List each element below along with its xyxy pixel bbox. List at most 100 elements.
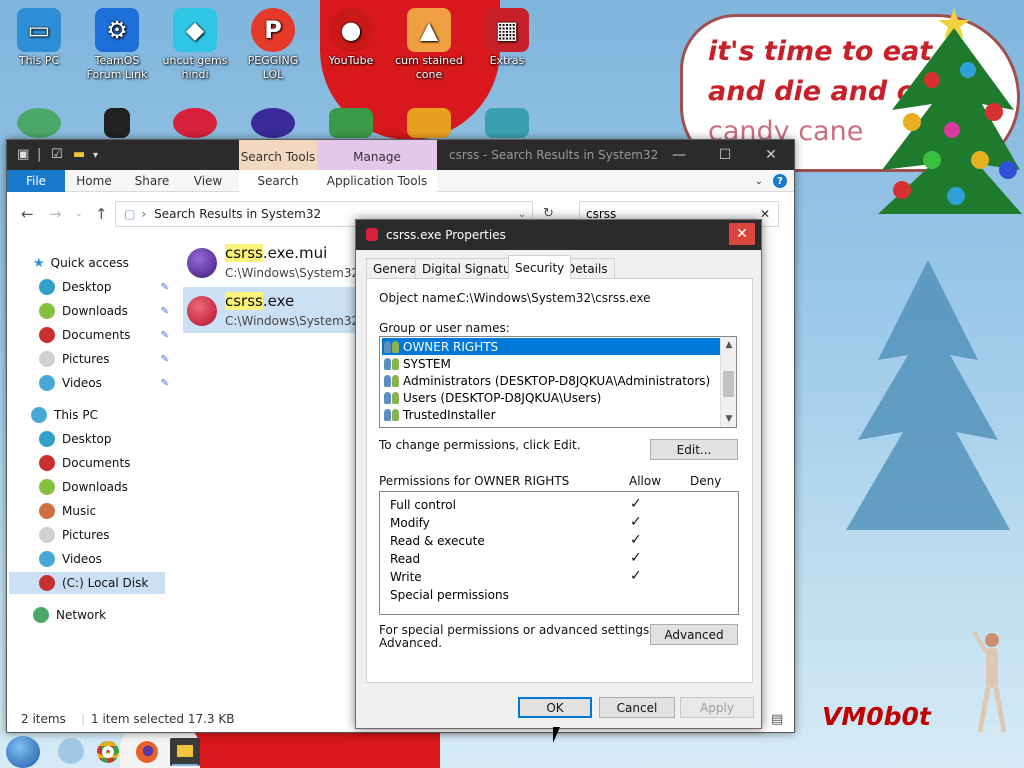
- desktop-icon-youtube[interactable]: ● YouTube: [316, 8, 386, 68]
- edit-button[interactable]: Edit...: [650, 439, 738, 460]
- desktop-icon-teamos[interactable]: ⚙ TeamOS Forum Link: [82, 8, 152, 82]
- list-item[interactable]: TrustedInstaller: [382, 406, 722, 423]
- desktop-icon-hidden-5[interactable]: [316, 108, 386, 140]
- close-icon[interactable]: ✕: [748, 140, 794, 170]
- list-scrollbar[interactable]: ▲ ▼: [720, 337, 736, 427]
- nav-qa-videos[interactable]: Videos ✎: [39, 372, 169, 394]
- nav-pc-videos[interactable]: Videos: [39, 548, 167, 570]
- desktop-icon-hidden-2[interactable]: [82, 108, 152, 140]
- nav-qa-documents[interactable]: Documents ✎: [39, 324, 169, 346]
- desktop-icon-pegging[interactable]: P PEGGING LOL: [238, 8, 308, 82]
- p-icon: P: [251, 8, 295, 52]
- nav-pc-pictures[interactable]: Pictures: [39, 524, 167, 546]
- desktop-icon: [39, 431, 55, 447]
- file-explorer-button[interactable]: [170, 738, 200, 766]
- nav-network[interactable]: Network: [33, 604, 193, 626]
- ok-button[interactable]: OK: [518, 697, 592, 718]
- cancel-button[interactable]: Cancel: [599, 697, 675, 718]
- up-arrow-icon[interactable]: ↑: [95, 205, 108, 223]
- nav-quick-access[interactable]: ★ Quick access: [33, 252, 193, 274]
- permission-row: Special permissions: [380, 586, 736, 604]
- start-orb-icon[interactable]: [6, 736, 40, 768]
- desktop-icon-extras[interactable]: ▦ Extras: [472, 8, 542, 68]
- nav-label: Quick access: [50, 256, 129, 270]
- edge-icon[interactable]: [58, 738, 84, 764]
- permission-row: Write ✓: [380, 568, 736, 586]
- advanced-text-line2: Advanced.: [379, 636, 443, 650]
- close-icon[interactable]: ✕: [729, 223, 755, 245]
- list-item[interactable]: csrss.exe C:\Windows\System32: [183, 287, 373, 333]
- permission-row: Modify ✓: [380, 514, 736, 532]
- pin-icon: ✎: [160, 353, 169, 365]
- tab-application-tools[interactable]: Application Tools: [317, 170, 437, 192]
- forward-arrow-icon[interactable]: →: [49, 205, 62, 223]
- chrome-icon[interactable]: [97, 741, 119, 763]
- properties-dialog: csrss.exe Properties ✕ General Digital S…: [355, 219, 762, 729]
- scroll-up-icon[interactable]: ▲: [721, 337, 736, 353]
- file-name-match: csrss: [225, 244, 263, 262]
- users-icon: [384, 408, 400, 421]
- monitor-icon: ▭: [17, 8, 61, 52]
- maximize-icon[interactable]: ☐: [702, 140, 748, 170]
- properties-icon[interactable]: ▣: [17, 147, 29, 162]
- tab-search[interactable]: Search: [239, 170, 317, 192]
- scroll-thumb[interactable]: [723, 371, 734, 397]
- desktop-icon-cone[interactable]: ▲ cum stained cone: [394, 8, 464, 82]
- ribbon-expand-icon[interactable]: ⌄: [749, 170, 769, 192]
- search-tools-tab[interactable]: Search Tools: [239, 140, 317, 170]
- file-name-match: csrss: [225, 292, 263, 310]
- details-view-icon[interactable]: ▤: [771, 712, 783, 727]
- explorer-title-bar: ▣ | ☑ ▬ ▾ Search Tools Manage csrss - Se…: [7, 140, 794, 170]
- dropdown-icon[interactable]: ▾: [93, 150, 98, 161]
- list-item[interactable]: OWNER RIGHTS: [381, 337, 723, 356]
- tab-file[interactable]: File: [7, 170, 65, 192]
- wallpaper-signature: VM0b0t: [822, 702, 931, 731]
- list-item[interactable]: SYSTEM: [382, 355, 722, 372]
- group-user-list[interactable]: OWNER RIGHTS SYSTEM Administrators (DESK…: [379, 336, 737, 428]
- address-text: Search Results in System32: [154, 207, 322, 221]
- desktop-icon-label: PEGGING LOL: [247, 54, 299, 81]
- new-folder-icon[interactable]: ▬: [73, 147, 85, 162]
- nav-pc-local-disk[interactable]: (C:) Local Disk: [9, 572, 165, 594]
- minimize-icon[interactable]: —: [656, 140, 702, 170]
- desktop-icon-hidden-3[interactable]: [160, 108, 230, 140]
- address-dropdown-icon[interactable]: ⌄: [518, 209, 526, 220]
- videos-icon: [39, 375, 55, 391]
- tab-share[interactable]: Share: [123, 170, 181, 192]
- back-arrow-icon[interactable]: ←: [21, 205, 34, 223]
- apply-button[interactable]: Apply: [680, 697, 754, 718]
- desktop-icon-this-pc[interactable]: ▭ This PC: [4, 8, 74, 68]
- nav-qa-downloads[interactable]: Downloads ✎: [39, 300, 169, 322]
- tab-home[interactable]: Home: [65, 170, 123, 192]
- nav-this-pc[interactable]: This PC: [31, 404, 191, 426]
- desktop-icon-hidden-4[interactable]: [238, 108, 308, 140]
- manage-tab[interactable]: Manage: [317, 140, 437, 170]
- explorer-window-title: csrss - Search Results in System32: [449, 148, 659, 162]
- desktop-icon-hidden-6[interactable]: [394, 108, 464, 140]
- list-item[interactable]: Users (DESKTOP-D8JQKUA\Users): [382, 389, 722, 406]
- nav-pc-downloads[interactable]: Downloads: [39, 476, 167, 498]
- recent-dropdown-icon[interactable]: ⌄: [75, 209, 83, 219]
- tab-search-label: Search: [257, 174, 299, 188]
- tab-view[interactable]: View: [181, 170, 235, 192]
- advanced-button[interactable]: Advanced: [650, 624, 738, 645]
- nav-pc-desktop[interactable]: Desktop: [39, 428, 167, 450]
- list-item[interactable]: csrss.exe.mui C:\Windows\System32\e: [183, 239, 373, 285]
- checkmark-icon[interactable]: ☑: [51, 147, 63, 162]
- tab-security[interactable]: Security: [508, 255, 572, 279]
- list-item[interactable]: Administrators (DESKTOP-D8JQKUA\Administ…: [382, 372, 722, 389]
- nav-pc-documents[interactable]: Documents: [39, 452, 167, 474]
- scroll-down-icon[interactable]: ▼: [721, 411, 736, 427]
- desktop-icon-recycle-bin[interactable]: [4, 108, 74, 140]
- nav-qa-pictures[interactable]: Pictures ✎: [39, 348, 169, 370]
- status-divider: |: [81, 712, 86, 726]
- firefox-icon[interactable]: [136, 741, 158, 763]
- desktop-icon-uncut-gems[interactable]: ◆ uncut gems hindi: [160, 8, 230, 82]
- permission-name: Special permissions: [390, 588, 509, 602]
- tab-view-label: View: [193, 174, 223, 188]
- desktop-icon: [39, 279, 55, 295]
- nav-pc-music[interactable]: Music: [39, 500, 167, 522]
- desktop-icon-hidden-7[interactable]: [472, 108, 542, 140]
- nav-qa-desktop[interactable]: Desktop ✎: [39, 276, 169, 298]
- help-icon[interactable]: ?: [771, 170, 789, 192]
